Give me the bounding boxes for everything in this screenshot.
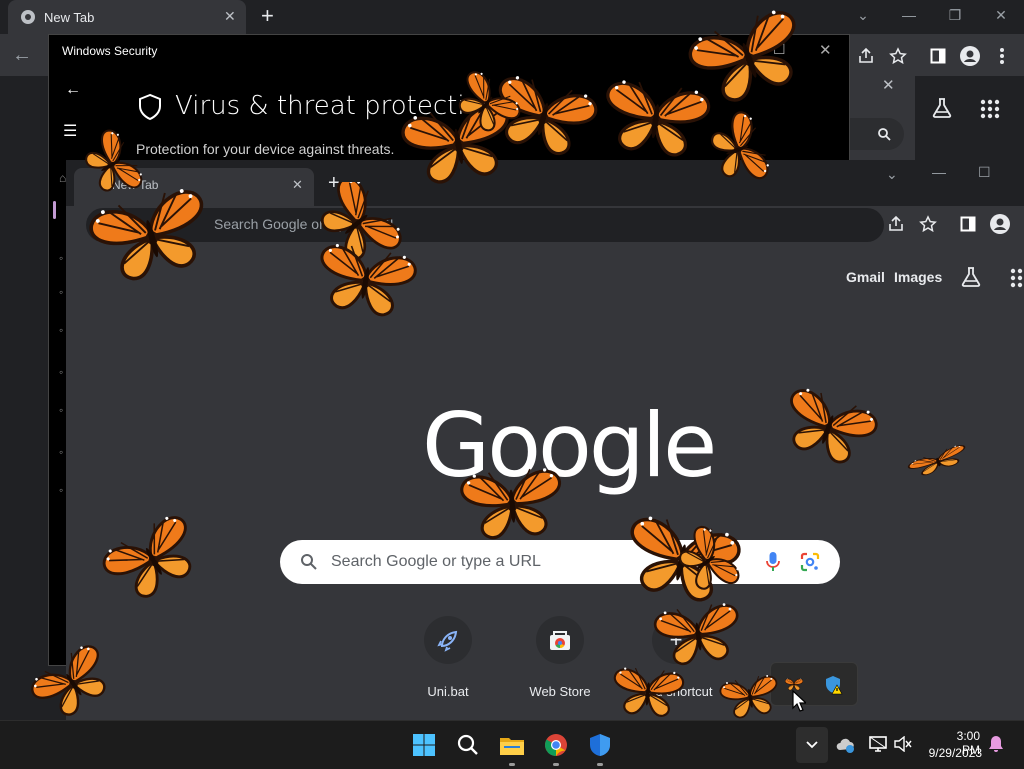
chrome-menu-icon[interactable] bbox=[986, 40, 1018, 72]
new-tab-button[interactable]: + bbox=[261, 3, 274, 29]
front-share-icon[interactable] bbox=[880, 208, 912, 240]
clock-date[interactable]: 9/29/2023 bbox=[922, 746, 982, 760]
butterfly-icon bbox=[780, 382, 878, 472]
windows-security-running-indicator bbox=[597, 763, 603, 766]
share-icon[interactable] bbox=[850, 40, 882, 72]
shortcut-label-web-store: Web Store bbox=[529, 684, 591, 699]
windows-security-title: Windows Security bbox=[62, 44, 158, 58]
tab-search-icon[interactable]: ⌄ bbox=[840, 0, 886, 30]
webstore-icon bbox=[536, 616, 584, 664]
shortcut-label-uni-bat: Uni.bat bbox=[427, 684, 469, 699]
front-maximize-button[interactable]: ☐ bbox=[978, 164, 991, 181]
show-hidden-icons-button[interactable] bbox=[796, 727, 828, 763]
winsec-hamburger-icon[interactable]: ☰ bbox=[63, 121, 77, 141]
bookmark-star-icon[interactable] bbox=[882, 40, 914, 72]
butterfly-icon bbox=[452, 68, 522, 138]
search-icon[interactable] bbox=[450, 727, 486, 763]
butterfly-icon bbox=[704, 107, 774, 191]
side-panel-icon[interactable] bbox=[922, 40, 954, 72]
file-explorer-icon[interactable] bbox=[494, 727, 530, 763]
back-arrow-icon[interactable]: ← bbox=[12, 44, 32, 67]
winsec-subtitle: Protection for your device against threa… bbox=[136, 141, 395, 157]
front-side-panel-icon[interactable] bbox=[952, 208, 984, 240]
windows-security-icon[interactable] bbox=[582, 727, 618, 763]
images-link[interactable]: Images bbox=[894, 269, 942, 285]
labs-flask-icon[interactable] bbox=[930, 96, 954, 120]
taskbar: 3:00 PM 9/29/2023 bbox=[0, 720, 1024, 769]
notification-bell-icon[interactable] bbox=[988, 735, 1004, 753]
minimize-button[interactable]: — bbox=[886, 0, 932, 30]
front-profile-avatar-icon[interactable] bbox=[984, 208, 1016, 240]
winsec-back-arrow-icon[interactable]: ← bbox=[65, 81, 81, 99]
voice-search-mic-icon[interactable] bbox=[766, 551, 780, 573]
butterfly-icon bbox=[718, 672, 783, 720]
third-window-omnibox[interactable] bbox=[848, 118, 904, 150]
rocket-icon bbox=[424, 616, 472, 664]
chrome-favicon-icon bbox=[21, 10, 35, 24]
winsec-close-button[interactable]: ✕ bbox=[819, 41, 832, 59]
google-lens-icon[interactable] bbox=[800, 552, 820, 572]
front-tab-close-icon[interactable]: ✕ bbox=[292, 177, 303, 193]
google-apps-icon[interactable] bbox=[980, 99, 1000, 119]
profile-avatar-icon[interactable] bbox=[954, 40, 986, 72]
onedrive-icon[interactable] bbox=[836, 737, 854, 753]
front-google-apps-icon[interactable] bbox=[1010, 268, 1024, 288]
third-window-search-icon bbox=[878, 128, 891, 141]
butterfly-icon bbox=[85, 186, 218, 282]
chrome-icon[interactable] bbox=[538, 727, 574, 763]
butterfly-icon bbox=[102, 508, 202, 610]
shortcut-uni-bat[interactable]: Uni.bat bbox=[408, 616, 488, 699]
back-tab-close-icon[interactable]: ✕ bbox=[224, 8, 236, 25]
butterfly-icon bbox=[672, 521, 744, 602]
file-explorer-running-indicator bbox=[509, 763, 515, 766]
front-bookmark-star-icon[interactable] bbox=[912, 208, 944, 240]
network-icon[interactable] bbox=[868, 735, 888, 753]
windows-start-icon[interactable] bbox=[406, 727, 442, 763]
shortcut-web-store[interactable]: Web Store bbox=[520, 616, 600, 699]
butterfly-icon bbox=[906, 442, 970, 481]
front-labs-flask-icon[interactable] bbox=[959, 265, 983, 289]
close-window-button[interactable]: ✕ bbox=[978, 0, 1024, 30]
butterfly-icon bbox=[30, 644, 114, 720]
security-warning-tray-icon[interactable] bbox=[825, 675, 843, 695]
maximize-button[interactable]: ❐ bbox=[932, 0, 978, 30]
ntp-search-icon bbox=[301, 554, 317, 570]
butterfly-icon bbox=[314, 239, 418, 321]
gmail-link[interactable]: Gmail bbox=[846, 269, 885, 285]
butterfly-icon bbox=[599, 76, 713, 160]
shield-icon bbox=[139, 93, 161, 121]
front-minimize-button[interactable]: — bbox=[932, 164, 946, 180]
chrome-running-indicator bbox=[553, 763, 559, 766]
butterfly-icon bbox=[652, 599, 745, 668]
third-window-close-icon[interactable]: ✕ bbox=[882, 76, 895, 94]
back-tab-title: New Tab bbox=[44, 10, 95, 25]
volume-muted-icon[interactable] bbox=[894, 736, 912, 752]
ntp-search-placeholder: Search Google or type a URL bbox=[331, 553, 541, 570]
winsec-nav-selected-indicator bbox=[53, 201, 56, 219]
butterfly-icon bbox=[458, 465, 566, 542]
front-tab-search-icon[interactable]: ⌄ bbox=[886, 166, 898, 183]
butterfly-icon bbox=[610, 665, 686, 719]
mouse-cursor-icon bbox=[792, 690, 806, 712]
